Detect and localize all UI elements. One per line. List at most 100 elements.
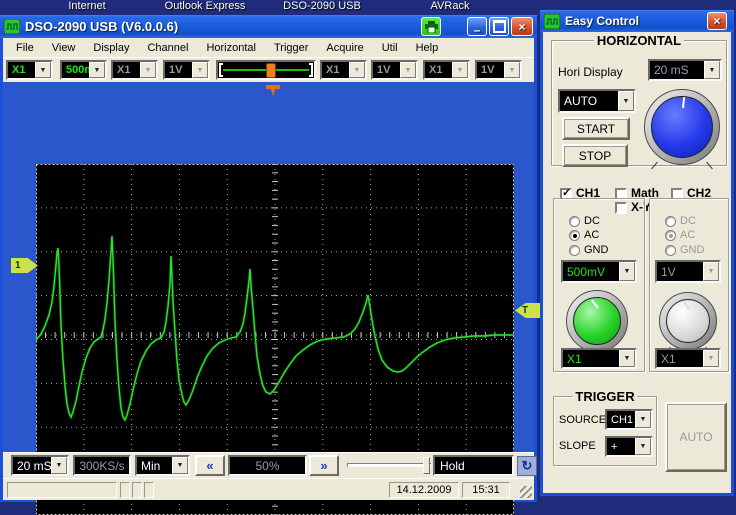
- hori-timebase-combo[interactable]: 20 mS ▼: [648, 59, 722, 81]
- menu-util[interactable]: Util: [373, 40, 407, 56]
- easy-control-close-button[interactable]: ×: [707, 12, 727, 30]
- combo-value: 500mV: [567, 265, 605, 279]
- close-button[interactable]: ×: [511, 17, 533, 36]
- stop-button[interactable]: STOP: [562, 144, 628, 167]
- trigger-position-slider[interactable]: [216, 60, 316, 80]
- chevron-down-icon: ▼: [703, 350, 719, 367]
- toolbar: X1 ▼ 500m ▼ X1 ▼ 1V ▼ X1 ▼ 1V ▼: [3, 57, 534, 84]
- menu-file[interactable]: File: [7, 40, 43, 56]
- desktop-icon-label-outlook[interactable]: Outlook Express: [165, 0, 246, 12]
- ch1-ac-radio[interactable]: [569, 230, 580, 241]
- menu-view[interactable]: View: [43, 40, 85, 56]
- chevron-down-icon[interactable]: ▼: [618, 91, 634, 111]
- toolbar-combo-4[interactable]: 1V ▼: [163, 60, 210, 80]
- ch2-gnd-label: GND: [680, 244, 704, 256]
- menu-display[interactable]: Display: [84, 40, 138, 56]
- status-segment: [144, 482, 154, 498]
- resize-grip[interactable]: [520, 486, 532, 498]
- ch2-ac-label: AC: [680, 229, 695, 241]
- date-value: 14.12.2009: [396, 484, 451, 496]
- menu-acquire[interactable]: Acquire: [317, 40, 372, 56]
- combo-value: 1V: [169, 64, 182, 76]
- chevron-down-icon[interactable]: ▼: [35, 62, 51, 78]
- trigger-source-combo[interactable]: CH1 ▼: [605, 409, 653, 430]
- menu-trigger[interactable]: Trigger: [265, 40, 317, 56]
- combo-value: X1: [12, 64, 25, 76]
- trigger-position-marker[interactable]: [266, 85, 280, 96]
- timebase-combo[interactable]: 20 mS ▼: [11, 455, 69, 476]
- combo-value: 1V: [481, 64, 494, 76]
- maximize-icon: [493, 20, 506, 33]
- ch1-ac-label[interactable]: AC: [584, 229, 599, 241]
- menu-bar: File View Display Channel Horizontal Tri…: [3, 38, 534, 57]
- main-titlebar[interactable]: DSO-2090 USB (V6.0.0.6) – ×: [0, 15, 537, 38]
- chevron-down-icon: ▼: [400, 62, 416, 78]
- chevron-down-icon[interactable]: ▼: [704, 61, 720, 79]
- toolbar-ch1-probe-combo[interactable]: X1 ▼: [6, 60, 53, 80]
- start-button[interactable]: START: [562, 117, 630, 140]
- ch2-ac-radio: [665, 230, 676, 241]
- start-button-label: START: [577, 122, 615, 136]
- trigger-level-marker[interactable]: T: [515, 303, 543, 318]
- status-segment: [7, 482, 117, 498]
- scroll-left-button[interactable]: «: [195, 455, 225, 476]
- combo-value: 20 mS: [17, 459, 52, 473]
- status-time: 15:31: [462, 482, 510, 498]
- easy-control-titlebar[interactable]: Easy Control ×: [540, 10, 734, 32]
- menu-channel[interactable]: Channel: [138, 40, 197, 56]
- app-icon: [4, 19, 20, 34]
- chevron-down-icon[interactable]: ▼: [635, 411, 651, 428]
- maximize-button[interactable]: [489, 17, 509, 36]
- minimize-button[interactable]: –: [467, 17, 487, 36]
- chevron-down-icon[interactable]: ▼: [635, 438, 651, 455]
- status-bar: 14.12.2009 15:31: [3, 478, 534, 500]
- ch1-gnd-radio[interactable]: [569, 245, 580, 256]
- hori-display-label: Hori Display: [558, 65, 623, 79]
- combo-value: +: [611, 441, 617, 453]
- chevron-down-icon[interactable]: ▼: [172, 457, 188, 474]
- chevron-down-icon[interactable]: ▼: [619, 262, 635, 281]
- slider-thumb[interactable]: [266, 63, 276, 78]
- position-percent-panel: 50%: [228, 455, 307, 476]
- status-segment: [132, 482, 142, 498]
- ch2-volt-combo: 1V ▼: [655, 260, 721, 283]
- time-value: 15:31: [472, 484, 500, 496]
- chevron-down-icon[interactable]: ▼: [619, 350, 635, 367]
- chevron-down-icon: ▼: [703, 262, 719, 281]
- toolbar-combo-3[interactable]: X1 ▼: [111, 60, 158, 80]
- menu-help[interactable]: Help: [407, 40, 448, 56]
- desktop-icon-label-avrack[interactable]: AVRack: [431, 0, 470, 12]
- channel1-level-marker[interactable]: 1: [11, 258, 38, 273]
- chevron-down-icon: ▼: [504, 62, 520, 78]
- combo-value: 1V: [377, 64, 390, 76]
- ch1-probe-combo[interactable]: X1 ▼: [561, 348, 637, 369]
- hori-mode-combo[interactable]: AUTO ▼: [558, 89, 636, 113]
- toolbar-combo-5[interactable]: X1 ▼: [320, 60, 367, 80]
- acquire-mode-combo[interactable]: Min ▼: [135, 455, 190, 476]
- refresh-button[interactable]: ↻: [517, 456, 537, 476]
- toolbar-combo-7[interactable]: X1 ▼: [423, 60, 470, 80]
- chevron-down-icon[interactable]: ▼: [51, 457, 67, 474]
- trigger-slope-combo[interactable]: + ▼: [605, 436, 653, 457]
- ch1-dc-label[interactable]: DC: [584, 215, 600, 227]
- ch1-dc-radio[interactable]: [569, 216, 580, 227]
- ch1-volt-knob[interactable]: [566, 290, 628, 352]
- toolbar-ch1-volt-combo[interactable]: 500m ▼: [60, 60, 107, 80]
- scroll-right-button[interactable]: »: [309, 455, 339, 476]
- toolbar-combo-6[interactable]: 1V ▼: [371, 60, 418, 80]
- slider-thumb[interactable]: [423, 457, 430, 474]
- desktop-icon-label-internet[interactable]: Internet: [68, 0, 105, 12]
- ch1-gnd-label[interactable]: GND: [584, 244, 608, 256]
- trigger-auto-button[interactable]: AUTO: [665, 402, 727, 472]
- print-button[interactable]: [421, 17, 441, 36]
- hold-status-value: Hold: [440, 459, 465, 473]
- horizontal-scroll-slider[interactable]: [347, 455, 431, 476]
- menu-horizontal[interactable]: Horizontal: [197, 40, 265, 56]
- desktop-icon-label-dso[interactable]: DSO-2090 USB: [283, 0, 361, 12]
- chevron-down-icon[interactable]: ▼: [89, 62, 105, 78]
- ch1-volt-combo[interactable]: 500mV ▼: [561, 260, 637, 283]
- horizontal-knob[interactable]: [644, 89, 720, 165]
- close-icon: ×: [518, 20, 525, 34]
- chevron-down-icon: ▼: [140, 62, 156, 78]
- toolbar-combo-8[interactable]: 1V ▼: [475, 60, 522, 80]
